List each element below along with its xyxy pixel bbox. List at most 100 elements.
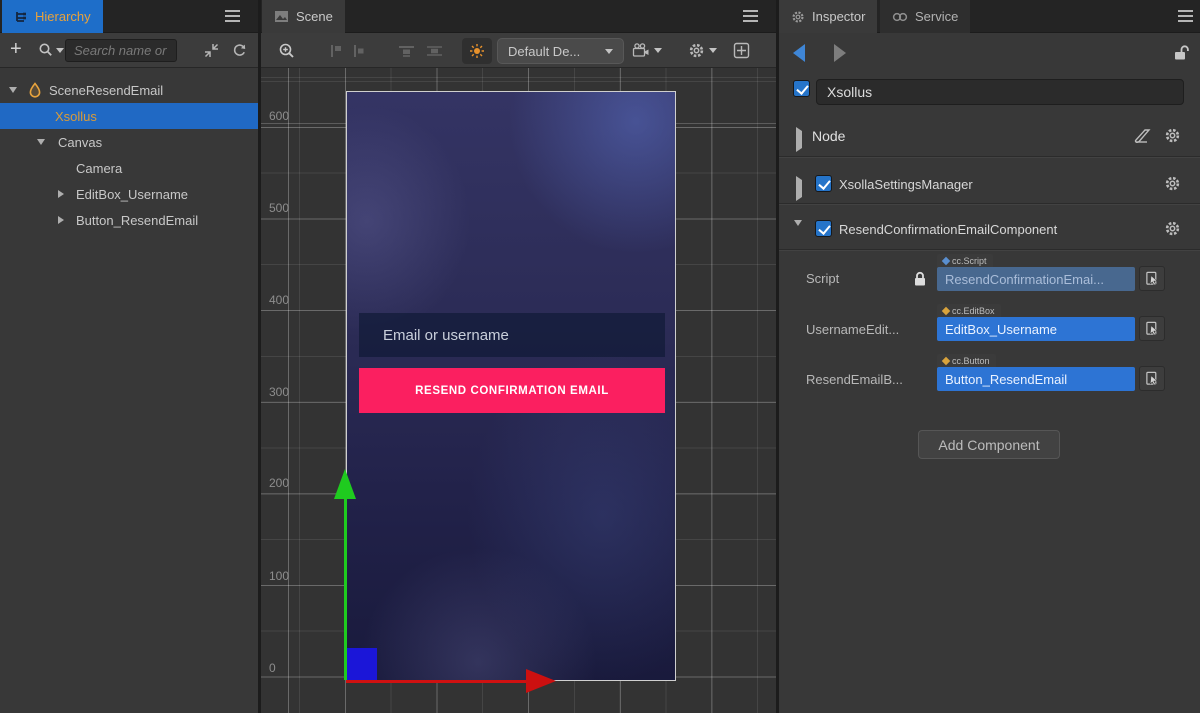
expand-arrow-icon[interactable] — [58, 216, 64, 224]
lock-icon[interactable] — [913, 271, 927, 287]
grid-view-icon[interactable] — [733, 42, 750, 59]
tree-item-canvas[interactable]: Canvas — [0, 129, 258, 155]
settings-manager-checkbox[interactable] — [815, 175, 832, 192]
game-canvas-preview[interactable]: Email or username RESEND CONFIRMATION EM… — [346, 91, 676, 681]
node-docs-icon[interactable] — [1133, 128, 1151, 144]
inspector-gear-icon — [791, 10, 805, 24]
hierarchy-menu-icon[interactable] — [225, 15, 240, 17]
history-back-button[interactable] — [793, 44, 805, 62]
username-picker-button[interactable] — [1139, 316, 1165, 341]
zoom-region-icon[interactable] — [278, 42, 296, 60]
scene-menu-icon[interactable] — [743, 15, 758, 17]
align-center-icon[interactable] — [351, 44, 366, 58]
align-left-icon[interactable] — [329, 44, 344, 58]
ruler-label: 600 — [269, 109, 289, 123]
editbox-type-diamond-icon — [942, 306, 950, 314]
hierarchy-toolbar: + — [0, 33, 258, 68]
script-ref-field[interactable]: ResendConfirmationEmai... — [937, 267, 1135, 291]
node-name-input[interactable] — [816, 79, 1184, 105]
node-section-arrow-icon[interactable] — [796, 131, 802, 149]
script-prop-label: Script — [806, 271, 839, 286]
dropdown-caret-icon — [605, 49, 613, 54]
resolution-dropdown-value: Default De... — [508, 44, 580, 59]
scene-image-icon — [274, 10, 289, 23]
resend-ref-field[interactable]: Button_ResendEmail — [937, 367, 1135, 391]
tree-item-camera[interactable]: Camera — [0, 155, 258, 181]
y-axis-line[interactable] — [344, 498, 347, 680]
y-axis-arrow-icon[interactable] — [334, 469, 356, 499]
script-picker-button[interactable] — [1139, 266, 1165, 291]
add-component-button[interactable]: Add Component — [918, 430, 1060, 459]
ruler-label: 300 — [269, 385, 289, 399]
distribute-middle-icon[interactable] — [426, 44, 443, 58]
tree-item-editbox[interactable]: EditBox_Username — [0, 181, 258, 207]
add-node-button[interactable]: + — [10, 38, 22, 61]
camera-icon — [632, 42, 650, 59]
history-forward-button[interactable] — [834, 44, 846, 62]
ruler-label: 200 — [269, 476, 289, 490]
resend-prop-label: ResendEmailB... — [806, 372, 903, 387]
scene-panel: Scene Defau — [261, 0, 776, 713]
ruler-label: 500 — [269, 201, 289, 215]
section-divider — [779, 156, 1200, 157]
expand-arrow-icon[interactable] — [37, 139, 45, 145]
picker-cursor-icon — [1145, 271, 1160, 286]
tree-item-label: Camera — [76, 161, 122, 176]
username-prop-label: UsernameEdit... — [806, 322, 899, 337]
unlock-icon[interactable] — [1173, 44, 1189, 61]
x-axis-line[interactable] — [346, 680, 528, 683]
resend-email-button[interactable]: RESEND CONFIRMATION EMAIL — [359, 368, 665, 413]
button-type-diamond-icon — [942, 356, 950, 364]
ruler-label: 0 — [269, 661, 276, 675]
tab-scene-label: Scene — [296, 9, 333, 24]
camera-dropdown[interactable] — [632, 42, 662, 59]
refresh-icon[interactable] — [231, 42, 248, 59]
scene-viewport[interactable]: 600 500 400 300 200 100 0 Email or usern… — [261, 68, 776, 713]
resend-email-button-label: RESEND CONFIRMATION EMAIL — [415, 385, 609, 397]
expand-arrow-icon[interactable] — [58, 190, 64, 198]
settings-manager-arrow-icon[interactable] — [796, 180, 802, 198]
tree-item-xsollus[interactable]: Xsollus — [0, 103, 258, 129]
email-editbox[interactable]: Email or username — [359, 313, 665, 357]
search-icon — [38, 42, 54, 58]
collapse-all-icon[interactable] — [203, 42, 220, 59]
expand-arrow-icon[interactable] — [9, 87, 17, 93]
inspector-menu-icon[interactable] — [1178, 15, 1193, 17]
resend-picker-button[interactable] — [1139, 366, 1165, 391]
tab-service[interactable]: Service — [880, 0, 970, 33]
settings-manager-label: XsollaSettingsManager — [839, 177, 973, 192]
dropdown-caret-icon — [654, 48, 662, 53]
scene-settings-dropdown[interactable] — [688, 42, 717, 59]
light-sun-icon — [469, 43, 485, 59]
search-filter-button[interactable] — [38, 42, 64, 58]
scene-toolbar: Default De... — [261, 33, 776, 68]
search-input[interactable] — [65, 39, 177, 62]
tab-hierarchy-label: Hierarchy — [35, 9, 91, 24]
x-axis-arrow-icon[interactable] — [526, 669, 556, 693]
hierarchy-tree-icon — [14, 10, 28, 24]
tab-inspector[interactable]: Inspector — [779, 0, 877, 33]
resend-component-checkbox[interactable] — [815, 220, 832, 237]
username-type-badge: cc.EditBox — [937, 304, 1001, 317]
tab-hierarchy[interactable]: Hierarchy — [2, 0, 103, 33]
resolution-dropdown[interactable]: Default De... — [497, 38, 624, 64]
hierarchy-tabbar: Hierarchy — [0, 0, 258, 33]
resend-component-arrow-icon[interactable] — [794, 226, 802, 244]
tree-item-button[interactable]: Button_ResendEmail — [0, 207, 258, 233]
component-gear-icon[interactable] — [1164, 220, 1181, 237]
origin-handle[interactable] — [347, 648, 377, 680]
distribute-top-icon[interactable] — [398, 44, 415, 58]
script-type-diamond-icon — [942, 256, 950, 264]
component-gear-icon[interactable] — [1164, 175, 1181, 192]
dropdown-caret-icon — [709, 48, 717, 53]
tab-service-label: Service — [915, 9, 958, 24]
tab-scene[interactable]: Scene — [262, 0, 345, 33]
tree-item-scene[interactable]: SceneResendEmail — [0, 77, 258, 103]
hierarchy-panel: Hierarchy + SceneResendEma — [0, 0, 258, 713]
tree-item-label: SceneResendEmail — [49, 83, 163, 98]
username-ref-field[interactable]: EditBox_Username — [937, 317, 1135, 341]
node-active-checkbox[interactable] — [793, 80, 810, 97]
node-gear-icon[interactable] — [1164, 127, 1181, 144]
lighting-toggle[interactable] — [462, 38, 492, 64]
email-editbox-placeholder: Email or username — [383, 327, 509, 344]
